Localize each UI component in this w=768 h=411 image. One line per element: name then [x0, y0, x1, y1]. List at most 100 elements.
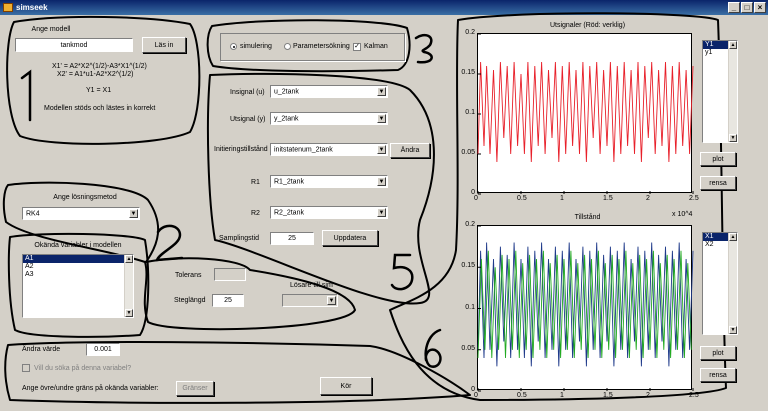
list-item[interactable]: A1: [23, 255, 133, 263]
chevron-down-icon: ▼: [377, 145, 386, 154]
annotation-1-mark: [20, 69, 32, 122]
chevron-down-icon: ▼: [377, 208, 386, 217]
model-input[interactable]: tankmod: [15, 38, 133, 52]
simulation-label: simulering: [240, 43, 272, 50]
scroll-down-icon: ▼: [729, 134, 737, 142]
run-button[interactable]: Kör: [320, 377, 372, 395]
r1-select[interactable]: R1_2tank ▼: [270, 175, 388, 188]
scrollbar[interactable]: ▲ ▼: [728, 41, 737, 142]
plot1-plot-button[interactable]: plot: [700, 152, 736, 166]
plot2-state-list[interactable]: X1 X2 ▲ ▼: [702, 232, 738, 335]
y-tick-label: 0: [471, 189, 475, 196]
solver-select[interactable]: ▼: [282, 294, 338, 307]
change-init-button[interactable]: Ändra: [390, 143, 430, 158]
outline-region-1: [6, 15, 201, 145]
x-tick-label: 2: [646, 392, 650, 399]
solver-header: Ange lösningsmetod: [53, 194, 117, 201]
kalman-label: Kalman: [364, 43, 388, 50]
scroll-up-icon: ▲: [729, 41, 737, 49]
x-tick-label: 0: [474, 195, 478, 202]
limits-button[interactable]: Gränser: [176, 381, 214, 396]
model-equation-2: X2' = A1*u1-A2*X2^(1/2): [57, 71, 134, 78]
plot1-axes: [477, 33, 694, 195]
utsignal-label: Utsignal (y): [230, 116, 266, 123]
y-tick-label: 0.1: [465, 303, 475, 311]
step-label: Steglängd: [174, 297, 206, 304]
y-tick-label: 0.2: [465, 221, 475, 228]
solver-method-select[interactable]: RK4 ▼: [22, 207, 140, 220]
change-value-label: Ändra värde: [22, 346, 61, 353]
x-tick-label: 0.5: [517, 195, 527, 202]
plot1-clear-button[interactable]: rensa: [700, 176, 736, 190]
r2-select[interactable]: R2_2tank ▼: [270, 206, 388, 219]
outline-bottom-area: [4, 341, 471, 404]
r2-label: R2: [251, 210, 260, 217]
series-line-0: [477, 61, 694, 163]
x-tick-label: 1: [560, 195, 564, 202]
annotation-6-mark: [424, 328, 442, 368]
y-tick-label: 0.15: [461, 69, 475, 76]
plot1-chart: [477, 33, 694, 195]
tolerance-label: Tolerans: [175, 272, 202, 279]
model-status: Modellen stöds och lästes in korrekt: [44, 105, 156, 112]
insignal-label: Insignal (u): [230, 89, 265, 96]
model-equation-3: Y1 = X1: [86, 87, 112, 94]
scroll-up-icon: ▲: [125, 255, 133, 263]
plot2-clear-button[interactable]: rensa: [700, 368, 736, 382]
scrollbar[interactable]: ▲ ▼: [124, 255, 133, 317]
plot1-signal-list[interactable]: Y1 y1 ▲ ▼: [702, 40, 738, 143]
simulation-radio[interactable]: [230, 43, 237, 50]
chevron-down-icon: ▼: [377, 114, 386, 123]
plot2-chart: [477, 225, 694, 392]
x-tick-label: 2.5: [689, 195, 699, 202]
model-equation-1: X1' = A2*X2^(1/2)-A3*X1^(1/2): [52, 63, 147, 70]
kalman-checkbox[interactable]: ✓: [353, 43, 361, 51]
r1-label: R1: [251, 179, 260, 186]
y-tick-label: 0.15: [461, 262, 475, 270]
limits-label: Ange övre/undre gräns på okända variable…: [22, 385, 159, 392]
plot2-axes: [477, 225, 694, 392]
y-tick-label: 0.05: [461, 149, 475, 156]
x-tick-label: 2: [646, 195, 650, 202]
x-tick-label: 0.5: [517, 392, 527, 399]
init-select[interactable]: initstatenum_2tank ▼: [270, 143, 388, 156]
solver-label: Lösare till sim: [290, 282, 333, 289]
search-variable-checkbox[interactable]: [22, 364, 30, 372]
utsignal-select[interactable]: y_2tank ▼: [270, 112, 388, 125]
plot2-title: Tillstånd: [574, 214, 601, 221]
x-tick-label: 1: [560, 392, 564, 399]
chevron-down-icon: ▼: [327, 296, 336, 305]
x-tick-label: 1.5: [603, 195, 613, 202]
scrollbar[interactable]: ▲ ▼: [728, 233, 737, 334]
chevron-down-icon: ▼: [129, 209, 138, 218]
y-tick-label: 0.2: [465, 29, 475, 36]
sampling-label: Samplingstid: [219, 235, 260, 242]
insignal-select[interactable]: u_2tank ▼: [270, 85, 388, 98]
plot2-plot-button[interactable]: plot: [700, 346, 736, 360]
y-tick-label: 0.1: [465, 109, 475, 116]
y-tick-label: 0.05: [461, 344, 475, 352]
model-header: Ange modell: [31, 26, 71, 33]
load-model-button[interactable]: Läs in: [142, 37, 186, 53]
unknowns-header: Okända variabler i modellen: [34, 242, 122, 249]
x-tick-label: 2.5: [689, 392, 699, 399]
annotation-3-mark: [414, 33, 433, 64]
sampling-input[interactable]: 25: [270, 232, 314, 245]
chevron-down-icon: ▼: [377, 177, 386, 186]
list-item[interactable]: A3: [23, 271, 133, 279]
update-button[interactable]: Uppdatera: [322, 230, 378, 246]
list-item[interactable]: A2: [23, 263, 133, 271]
search-variable-label: Vill du söka på denna variabel?: [34, 365, 132, 372]
chevron-down-icon: ▼: [377, 87, 386, 96]
x-tick-label: 0: [474, 392, 478, 399]
tolerance-input[interactable]: [214, 268, 246, 281]
step-input[interactable]: 25: [212, 294, 244, 307]
unknowns-list[interactable]: A1 A2 A3 ▲ ▼: [22, 254, 134, 318]
param-search-label: Parametersökning: [293, 43, 350, 50]
scroll-up-icon: ▲: [729, 233, 737, 241]
annotation-5-mark: [390, 253, 414, 291]
value-input[interactable]: 0.001: [86, 343, 120, 356]
param-search-radio[interactable]: [284, 43, 291, 50]
x-tick-label: 1.5: [603, 392, 613, 399]
plot1-title: Utsignaler (Röd: verklig): [549, 22, 626, 29]
